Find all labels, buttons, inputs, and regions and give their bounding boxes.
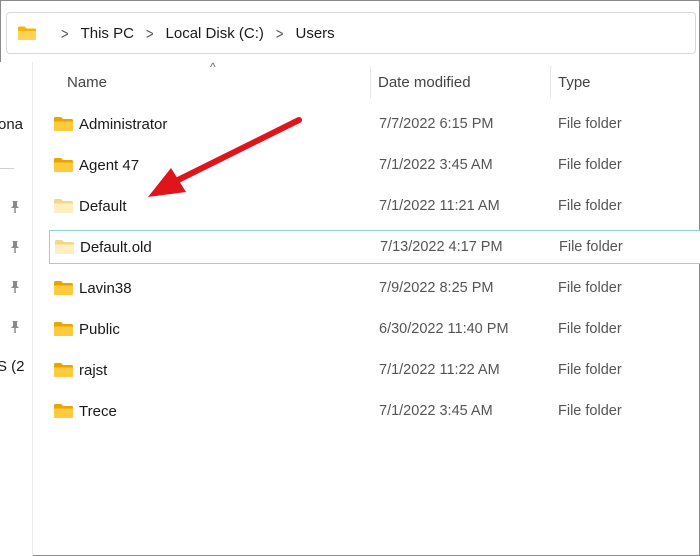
pane-divider [32, 62, 33, 556]
file-date-modified: 7/1/2022 11:21 AM [379, 198, 500, 214]
folder-icon [54, 117, 73, 131]
pin-icon [11, 281, 19, 293]
chevron-right-icon[interactable]: > [146, 24, 154, 42]
file-date-modified: 7/7/2022 6:15 PM [379, 116, 494, 132]
file-date-modified: 7/9/2022 8:25 PM [379, 280, 494, 296]
file-row[interactable]: Trece 7/1/2022 3:45 AM File folder [49, 394, 700, 428]
file-date-modified: 7/1/2022 3:45 AM [379, 157, 493, 173]
nav-item-label[interactable]: S (2 [0, 358, 29, 375]
folder-icon [54, 199, 73, 213]
nav-item-label[interactable]: ona [0, 116, 30, 133]
file-date-modified: 7/1/2022 11:22 AM [379, 362, 500, 378]
file-type: File folder [558, 321, 622, 337]
column-header-type[interactable]: Type [558, 64, 591, 100]
column-header-date-modified[interactable]: Date modified [378, 64, 471, 100]
folder-icon [54, 158, 73, 172]
file-row[interactable]: Administrator 7/7/2022 6:15 PM File fold… [49, 107, 700, 141]
file-name: Lavin38 [79, 279, 132, 297]
file-row-selected[interactable]: Default.old 7/13/2022 4:17 PM File folde… [49, 230, 700, 264]
file-type: File folder [558, 157, 622, 173]
pin-icon [11, 321, 19, 333]
file-row[interactable]: rajst 7/1/2022 11:22 AM File folder [49, 353, 700, 387]
file-name: Default.old [80, 238, 152, 256]
column-header-label: Type [558, 73, 591, 91]
sort-up-caret-icon: ^ [210, 60, 216, 74]
file-date-modified: 7/13/2022 4:17 PM [380, 239, 503, 255]
folder-icon [54, 363, 73, 377]
chevron-right-icon[interactable]: > [276, 24, 284, 42]
breadcrumb-this-pc[interactable]: This PC [81, 25, 134, 42]
file-type: File folder [559, 239, 623, 255]
folder-icon [54, 281, 73, 295]
column-header-name[interactable]: Name [67, 64, 107, 100]
file-name: Administrator [79, 115, 168, 133]
file-type: File folder [558, 403, 622, 419]
file-type: File folder [558, 280, 622, 296]
folder-icon [54, 322, 73, 336]
pin-icon [11, 201, 19, 213]
column-divider[interactable] [370, 66, 371, 98]
folder-icon [55, 240, 74, 254]
pin-icon [11, 241, 19, 253]
file-row[interactable]: Default 7/1/2022 11:21 AM File folder [49, 189, 700, 223]
file-name: rajst [79, 361, 108, 379]
navigation-pane: ona S (2 [0, 62, 32, 556]
file-name: Public [79, 320, 120, 338]
column-header-label: Name [67, 73, 108, 91]
file-name: Default [79, 197, 127, 215]
address-bar[interactable]: > This PC > Local Disk (C:) > Users [6, 12, 696, 54]
column-header-label: Date modified [378, 73, 471, 91]
file-date-modified: 6/30/2022 11:40 PM [379, 321, 509, 337]
file-name: Agent 47 [79, 156, 140, 174]
file-type: File folder [558, 198, 622, 214]
breadcrumb-local-disk[interactable]: Local Disk (C:) [166, 25, 264, 42]
file-type: File folder [558, 362, 622, 378]
folder-icon [18, 26, 36, 40]
file-name: Trece [79, 402, 117, 420]
file-row[interactable]: Lavin38 7/9/2022 8:25 PM File folder [49, 271, 700, 305]
file-date-modified: 7/1/2022 3:45 AM [379, 403, 493, 419]
file-type: File folder [558, 116, 622, 132]
folder-icon [54, 404, 73, 418]
file-row[interactable]: Agent 47 7/1/2022 3:45 AM File folder [49, 148, 700, 182]
nav-divider [0, 168, 14, 169]
column-divider[interactable] [550, 66, 551, 98]
chevron-right-icon[interactable]: > [61, 24, 69, 42]
file-row[interactable]: Public 6/30/2022 11:40 PM File folder [49, 312, 700, 346]
breadcrumb-users[interactable]: Users [295, 25, 334, 42]
